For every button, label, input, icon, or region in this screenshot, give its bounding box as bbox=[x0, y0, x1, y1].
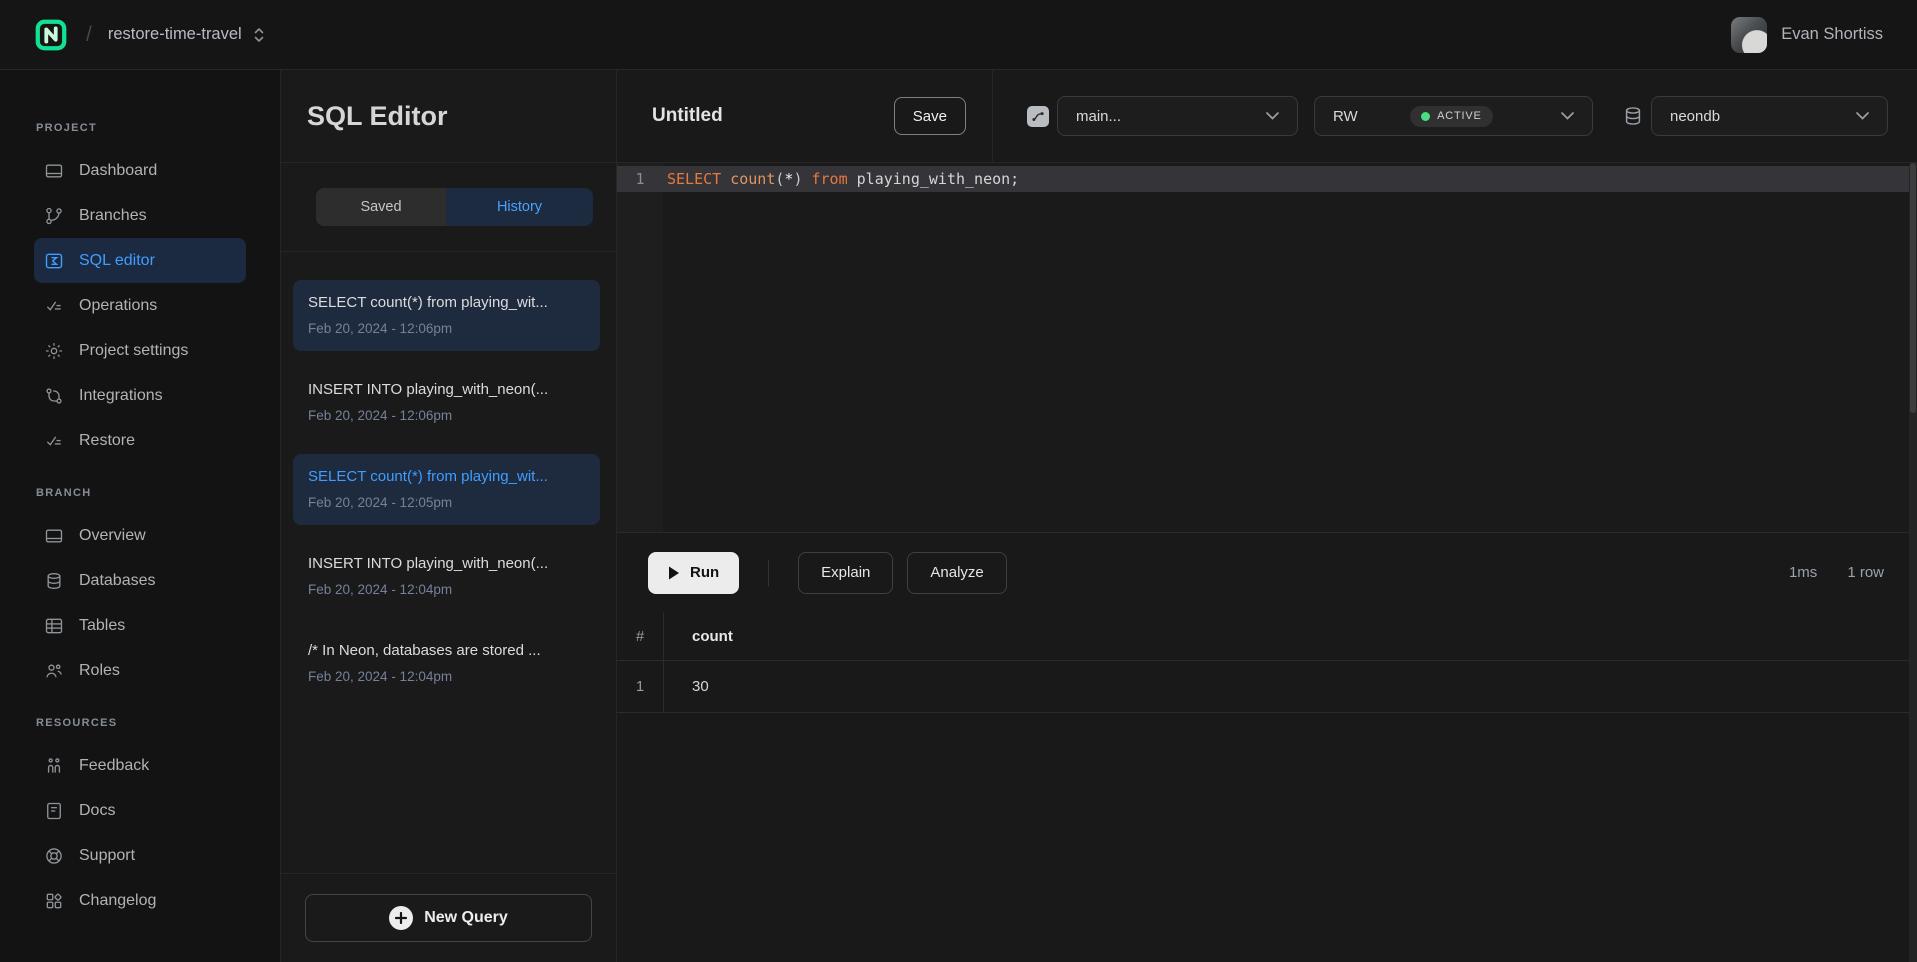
save-button[interactable]: Save bbox=[894, 97, 966, 135]
branch-icon bbox=[1027, 106, 1049, 127]
sidebar-item-restore[interactable]: Restore bbox=[34, 418, 246, 463]
history-item-selected[interactable]: SELECT count(*) from playing_wit... Feb … bbox=[293, 454, 600, 525]
sidebar-item-branches[interactable]: Branches bbox=[34, 193, 246, 238]
overview-icon bbox=[44, 526, 64, 546]
run-button[interactable]: Run bbox=[648, 552, 739, 594]
results-table: # count 1 30 bbox=[617, 612, 1917, 713]
active-status-dot bbox=[1421, 112, 1430, 121]
restore-icon bbox=[44, 431, 64, 451]
operations-icon bbox=[44, 296, 64, 316]
vertical-scrollbar[interactable] bbox=[1909, 163, 1917, 962]
results-header-row: # count bbox=[617, 612, 1917, 661]
databases-icon bbox=[44, 571, 64, 591]
row-count: 1 row bbox=[1847, 564, 1884, 581]
compute-select[interactable]: RW ACTIVE bbox=[1314, 96, 1593, 136]
branch-select[interactable]: main... bbox=[1057, 96, 1298, 136]
sidebar: PROJECT Dashboard Branches bbox=[0, 70, 280, 962]
history-item[interactable]: /* In Neon, databases are stored ... Feb… bbox=[293, 628, 600, 699]
play-icon bbox=[668, 566, 680, 580]
tab-history[interactable]: History bbox=[446, 188, 593, 226]
database-select[interactable]: neondb bbox=[1651, 96, 1888, 136]
feedback-icon bbox=[44, 756, 64, 776]
query-duration: 1ms bbox=[1789, 564, 1817, 581]
chevron-down-icon bbox=[1856, 112, 1869, 120]
sql-code-line: SELECT count(*) from playing_with_neon; bbox=[667, 166, 1019, 192]
main-area: Untitled Save main... RW bbox=[617, 70, 1917, 962]
toolbar-divider bbox=[768, 560, 769, 586]
sidebar-item-overview[interactable]: Overview bbox=[34, 513, 246, 558]
sidebar-item-docs[interactable]: Docs bbox=[34, 788, 246, 833]
editor-gutter bbox=[617, 163, 663, 532]
database-icon bbox=[1622, 105, 1644, 127]
sidebar-item-roles[interactable]: Roles bbox=[34, 648, 246, 693]
history-item[interactable]: INSERT INTO playing_with_neon(... Feb 20… bbox=[293, 367, 600, 438]
docs-icon bbox=[44, 801, 64, 821]
sidebar-item-operations[interactable]: Operations bbox=[34, 283, 246, 328]
column-header-index: # bbox=[617, 612, 664, 660]
sidebar-item-databases[interactable]: Databases bbox=[34, 558, 246, 603]
branches-icon bbox=[44, 206, 64, 226]
page-title: SQL Editor bbox=[307, 101, 448, 132]
new-query-button[interactable]: New Query bbox=[305, 894, 592, 942]
neon-logo-icon[interactable] bbox=[34, 18, 68, 52]
editor-toolbar: Run Explain Analyze 1ms 1 row bbox=[617, 533, 1917, 612]
breadcrumb-separator: / bbox=[86, 23, 92, 47]
sidebar-item-sql-editor[interactable]: SQL editor bbox=[34, 238, 246, 283]
sql-editor-panel: SQL Editor Saved History SELECT count(*)… bbox=[280, 70, 617, 962]
tables-icon bbox=[44, 616, 64, 636]
top-bar: / restore-time-travel Evan Shortiss bbox=[0, 0, 1917, 70]
plus-icon bbox=[389, 906, 413, 930]
gear-icon bbox=[44, 341, 64, 361]
explain-button[interactable]: Explain bbox=[798, 552, 893, 594]
query-history-list: SELECT count(*) from playing_wit... Feb … bbox=[281, 252, 616, 873]
sidebar-section-branch: BRANCH bbox=[36, 487, 280, 499]
sql-editor-icon bbox=[44, 251, 64, 271]
project-switcher-chevrons-icon[interactable] bbox=[253, 26, 265, 44]
chevron-down-icon bbox=[1266, 112, 1279, 120]
status-badge: ACTIVE bbox=[1410, 106, 1493, 127]
support-icon bbox=[44, 846, 64, 866]
user-name[interactable]: Evan Shortiss bbox=[1781, 25, 1883, 44]
saved-history-tabs: Saved History bbox=[316, 188, 593, 226]
sidebar-item-support[interactable]: Support bbox=[34, 833, 246, 878]
changelog-icon bbox=[44, 891, 64, 911]
chevron-down-icon bbox=[1561, 112, 1574, 120]
sidebar-section-resources: RESOURCES bbox=[36, 717, 280, 729]
code-editor[interactable]: 1 SELECT count(*) from playing_with_neon… bbox=[617, 163, 1917, 533]
analyze-button[interactable]: Analyze bbox=[907, 552, 1006, 594]
dashboard-icon bbox=[44, 161, 64, 181]
scrollbar-thumb[interactable] bbox=[1910, 163, 1916, 413]
table-row[interactable]: 1 30 bbox=[617, 661, 1917, 713]
count-value-cell: 30 bbox=[664, 661, 709, 712]
history-item[interactable]: SELECT count(*) from playing_wit... Feb … bbox=[293, 280, 600, 351]
history-item[interactable]: INSERT INTO playing_with_neon(... Feb 20… bbox=[293, 541, 600, 612]
neon-console: / restore-time-travel Evan Shortiss PROJ… bbox=[0, 0, 1917, 962]
sidebar-item-project-settings[interactable]: Project settings bbox=[34, 328, 246, 373]
row-index-cell: 1 bbox=[617, 661, 664, 712]
column-header-count: count bbox=[664, 612, 733, 660]
sidebar-item-feedback[interactable]: Feedback bbox=[34, 743, 246, 788]
sidebar-section-project: PROJECT bbox=[36, 122, 280, 134]
sidebar-item-dashboard[interactable]: Dashboard bbox=[34, 148, 246, 193]
roles-icon bbox=[44, 661, 64, 681]
integrations-icon bbox=[44, 386, 64, 406]
sidebar-item-integrations[interactable]: Integrations bbox=[34, 373, 246, 418]
sidebar-item-tables[interactable]: Tables bbox=[34, 603, 246, 648]
sidebar-item-changelog[interactable]: Changelog bbox=[34, 878, 246, 923]
tab-saved[interactable]: Saved bbox=[316, 188, 446, 226]
breadcrumb-project[interactable]: restore-time-travel bbox=[108, 25, 242, 44]
user-avatar[interactable] bbox=[1731, 17, 1767, 53]
query-title: Untitled bbox=[652, 105, 723, 127]
line-number: 1 bbox=[617, 166, 663, 192]
